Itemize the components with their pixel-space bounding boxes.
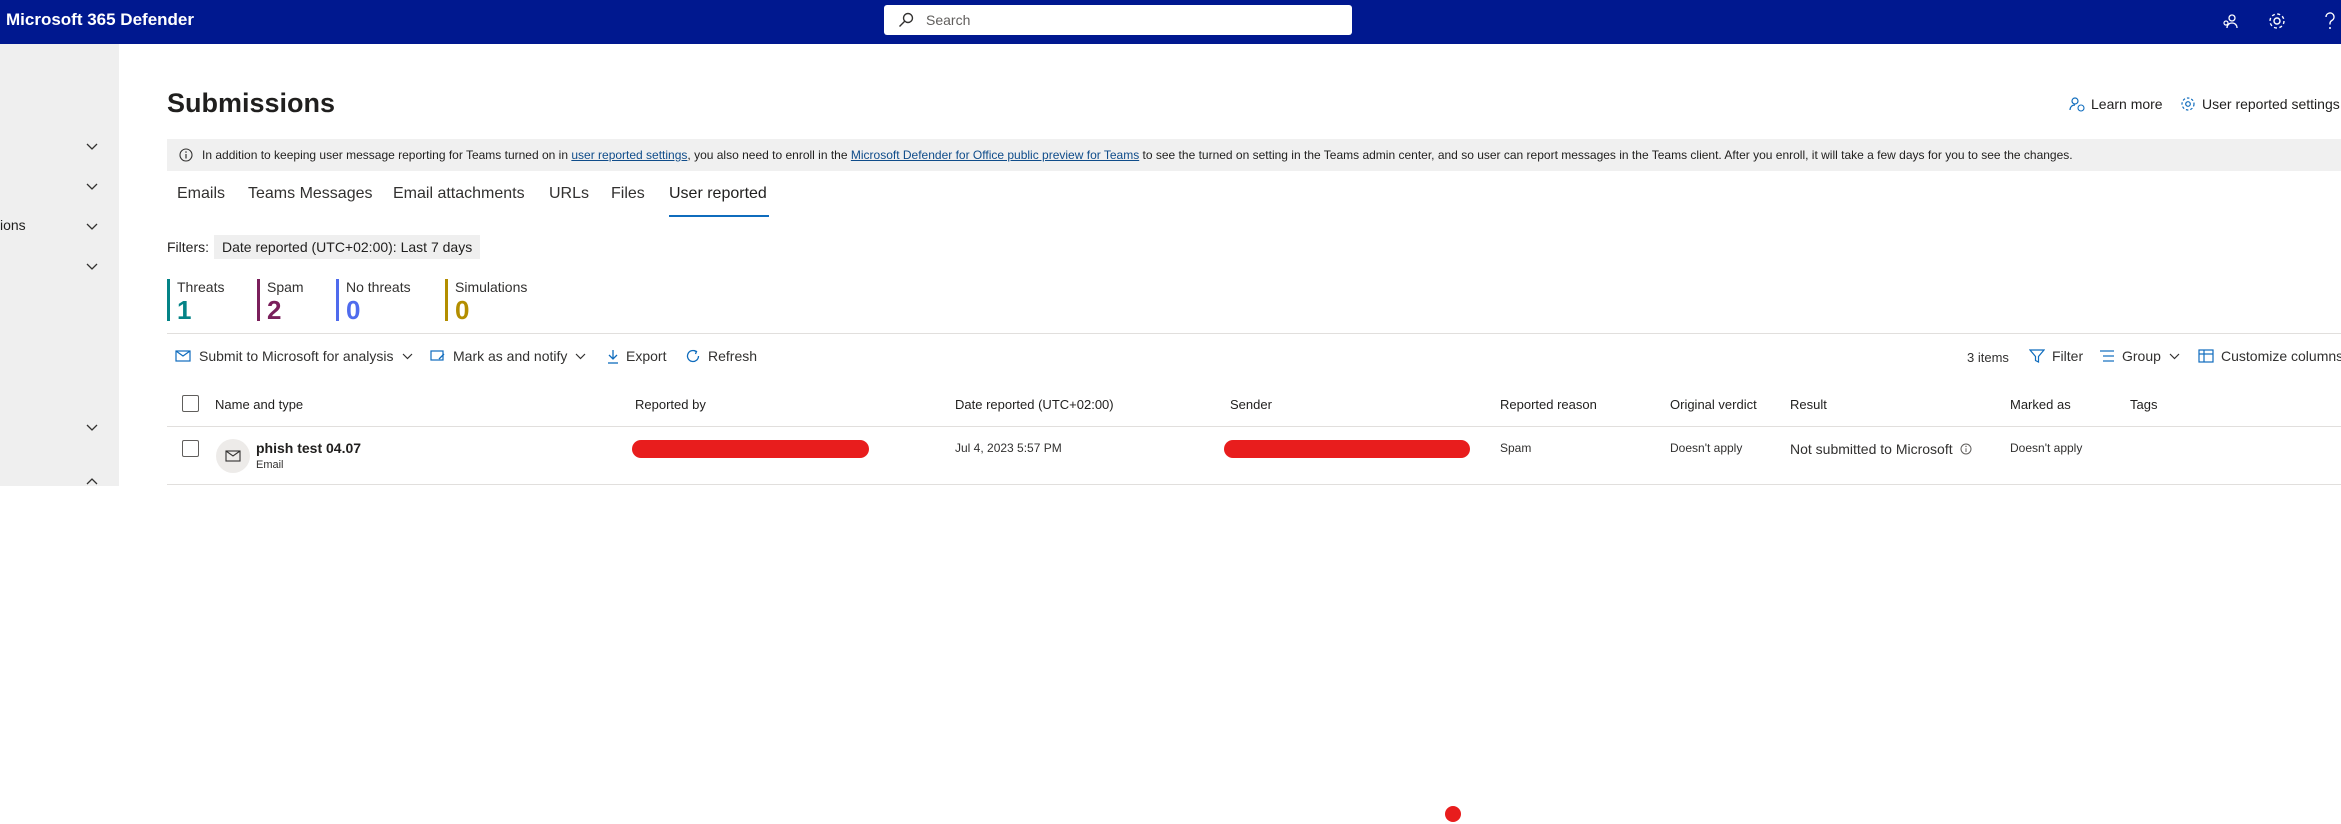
column-header-reported-reason[interactable]: Reported reason bbox=[1500, 397, 1597, 412]
info-icon[interactable] bbox=[1960, 443, 1972, 455]
chevron-down-icon bbox=[86, 178, 98, 196]
left-navigation: ions bbox=[0, 44, 119, 486]
person-help-icon bbox=[2069, 97, 2085, 112]
row-divider bbox=[167, 484, 2341, 485]
nav-item-4[interactable] bbox=[0, 250, 119, 280]
active-tab-indicator bbox=[669, 215, 769, 217]
redacted-reported-by bbox=[632, 440, 869, 458]
search-box[interactable] bbox=[884, 5, 1352, 35]
column-header-original-verdict[interactable]: Original verdict bbox=[1670, 397, 1757, 412]
top-bar: Microsoft 365 Defender bbox=[0, 0, 2341, 44]
tab-urls[interactable]: URLs bbox=[549, 185, 589, 203]
column-header-tags[interactable]: Tags bbox=[2130, 397, 2157, 412]
column-header-date-reported[interactable]: Date reported (UTC+02:00) bbox=[955, 397, 1114, 412]
chevron-down-icon bbox=[2169, 353, 2180, 359]
nav-item-3[interactable]: ions bbox=[0, 210, 119, 240]
stat-threats[interactable]: Threats 1 bbox=[167, 279, 224, 323]
stat-bar bbox=[445, 279, 448, 321]
section-divider bbox=[167, 333, 2341, 334]
columns-icon bbox=[2198, 349, 2214, 363]
column-header-sender[interactable]: Sender bbox=[1230, 397, 1272, 412]
learn-more-link[interactable]: Learn more bbox=[2069, 96, 2163, 112]
gear-icon[interactable] bbox=[2265, 9, 2289, 33]
nav-item-6[interactable] bbox=[0, 464, 119, 494]
row-marked-as: Doesn't apply bbox=[2010, 441, 2083, 455]
column-header-reported-by[interactable]: Reported by bbox=[635, 397, 706, 412]
column-header-result[interactable]: Result bbox=[1790, 397, 1827, 412]
user-reported-settings-banner-link[interactable]: user reported settings bbox=[571, 148, 687, 162]
tab-email-attachments[interactable]: Email attachments bbox=[393, 185, 525, 203]
page-title: Submissions bbox=[167, 88, 336, 118]
nav-item-1[interactable] bbox=[0, 130, 119, 160]
tab-files[interactable]: Files bbox=[611, 185, 645, 203]
stat-simulations[interactable]: Simulations 0 bbox=[445, 279, 527, 323]
search-input[interactable] bbox=[926, 5, 1326, 35]
header-divider bbox=[167, 426, 2341, 427]
info-banner: In addition to keeping user message repo… bbox=[167, 139, 2341, 171]
app-title[interactable]: Microsoft 365 Defender bbox=[6, 10, 194, 30]
mark-icon bbox=[430, 350, 445, 361]
group-list-icon bbox=[2100, 350, 2114, 362]
row-result: Not submitted to Microsoft bbox=[1790, 441, 1972, 457]
refresh-button[interactable]: Refresh bbox=[685, 348, 757, 364]
row-avatar bbox=[216, 439, 250, 473]
defender-preview-link[interactable]: Microsoft Defender for Office public pre… bbox=[851, 148, 1139, 162]
chevron-down-icon bbox=[86, 218, 98, 236]
chevron-up-icon bbox=[86, 472, 98, 490]
column-header-name-and-type[interactable]: Name and type bbox=[215, 397, 303, 412]
nav-item-2[interactable] bbox=[0, 170, 119, 200]
items-count: 3 items bbox=[1967, 350, 2009, 365]
row-type: Email bbox=[256, 459, 284, 471]
mail-submit-icon bbox=[175, 350, 191, 362]
customize-columns-button[interactable]: Customize columns bbox=[2198, 348, 2341, 364]
download-icon bbox=[608, 349, 618, 364]
mark-as-and-notify-button[interactable]: Mark as and notify bbox=[430, 348, 586, 364]
stat-bar bbox=[336, 279, 339, 321]
search-icon bbox=[898, 12, 914, 33]
help-icon[interactable] bbox=[2318, 9, 2341, 33]
mail-icon bbox=[225, 450, 241, 462]
submit-to-microsoft-button[interactable]: Submit to Microsoft for analysis bbox=[175, 348, 413, 364]
red-dot-marker bbox=[1445, 806, 1461, 822]
filter-button[interactable]: Filter bbox=[2029, 348, 2083, 364]
stat-bar bbox=[167, 279, 170, 321]
chevron-down-icon bbox=[86, 138, 98, 156]
chevron-down-icon bbox=[575, 353, 586, 359]
row-date: Jul 4, 2023 5:57 PM bbox=[955, 441, 1062, 455]
people-icon[interactable] bbox=[2218, 9, 2242, 33]
stat-spam[interactable]: Spam 2 bbox=[257, 279, 304, 323]
nav-item-5[interactable] bbox=[0, 411, 119, 441]
info-icon bbox=[179, 148, 193, 165]
filter-icon bbox=[2029, 349, 2045, 363]
banner-text: In addition to keeping user message repo… bbox=[202, 148, 2073, 162]
chevron-down-icon bbox=[86, 258, 98, 276]
date-filter-chip[interactable]: Date reported (UTC+02:00): Last 7 days bbox=[214, 235, 481, 259]
gear-icon bbox=[2181, 97, 2195, 111]
chevron-down-icon bbox=[402, 353, 412, 359]
row-verdict: Doesn't apply bbox=[1670, 441, 1743, 455]
select-all-checkbox[interactable] bbox=[182, 395, 199, 412]
row-checkbox[interactable] bbox=[182, 440, 199, 457]
stat-bar bbox=[257, 279, 260, 321]
refresh-icon bbox=[686, 349, 700, 363]
filters-label: Filters: bbox=[167, 239, 209, 255]
export-button[interactable]: Export bbox=[607, 348, 666, 364]
stat-no-threats[interactable]: No threats 0 bbox=[336, 279, 411, 323]
row-name[interactable]: phish test 04.07 bbox=[256, 440, 361, 456]
group-button[interactable]: Group bbox=[2099, 348, 2180, 364]
tab-user-reported[interactable]: User reported bbox=[669, 185, 767, 203]
tab-teams-messages[interactable]: Teams Messages bbox=[248, 185, 373, 203]
user-reported-settings-link[interactable]: User reported settings bbox=[2180, 96, 2340, 112]
column-header-marked-as[interactable]: Marked as bbox=[2010, 397, 2071, 412]
row-reason: Spam bbox=[1500, 441, 1532, 455]
redacted-sender bbox=[1224, 440, 1470, 458]
tab-emails[interactable]: Emails bbox=[177, 185, 225, 203]
chevron-down-icon bbox=[86, 419, 98, 437]
